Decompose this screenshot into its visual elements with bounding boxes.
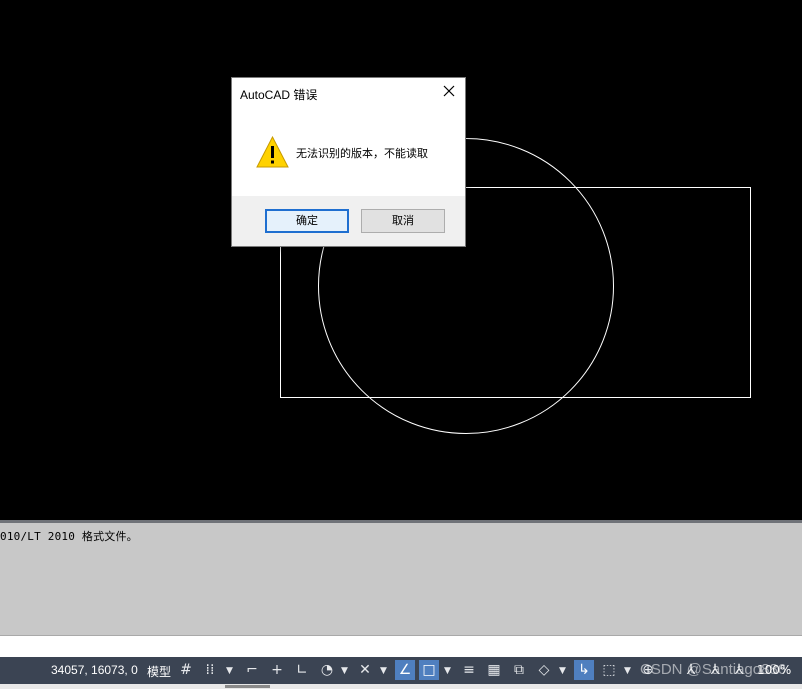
coordinate-readout[interactable]: 34057, 16073, 0	[51, 663, 138, 677]
dialog-title: AutoCAD 错误	[240, 88, 318, 102]
close-icon[interactable]	[441, 83, 457, 99]
transparency-icon[interactable]: ▦	[484, 660, 504, 680]
command-history-line: 010/LT 2010 格式文件。	[0, 530, 138, 543]
infer-constraints-icon[interactable]: ⌐	[242, 660, 262, 680]
polar-icon[interactable]: ◔	[317, 660, 337, 680]
chevron-down-icon[interactable]: ▼	[226, 661, 233, 681]
3d-object-snap-icon[interactable]: ◇	[534, 660, 554, 680]
dynamic-ucs-icon[interactable]: ↳	[574, 660, 594, 680]
warning-icon	[256, 136, 289, 168]
dynamic-input-icon[interactable]: +	[267, 660, 287, 680]
horizontal-scrollbar[interactable]	[0, 684, 802, 689]
chevron-down-icon[interactable]: ▼	[444, 661, 451, 681]
object-snap-icon[interactable]: □	[419, 660, 439, 680]
selection-filter-icon[interactable]: ⬚	[599, 660, 619, 680]
selection-cycling-icon[interactable]: ⧉	[509, 660, 529, 680]
chevron-down-icon[interactable]: ▼	[559, 661, 566, 681]
status-bar: 34057, 16073, 0 模型 # ⁞⁞ ▼ ⌐ + ∟ ◔ ▼ ✕ ▼ …	[0, 657, 802, 689]
chevron-down-icon[interactable]: ▼	[341, 661, 348, 681]
cancel-button[interactable]: 取消	[361, 209, 445, 233]
scrollbar-thumb[interactable]	[225, 685, 270, 688]
command-input[interactable]	[0, 635, 802, 657]
dialog-message: 无法识别的版本，不能读取	[296, 147, 428, 160]
command-history-panel: 010/LT 2010 格式文件。	[0, 520, 802, 635]
dialog-footer: 确定 取消	[232, 196, 465, 246]
error-dialog: AutoCAD 错误 无法识别的版本，不能读取 确定 取消	[231, 77, 466, 247]
model-space-button[interactable]: 模型	[147, 663, 171, 680]
grid-icon[interactable]: #	[176, 660, 196, 680]
object-snap-tracking-icon[interactable]: ∠	[395, 660, 415, 680]
chevron-down-icon[interactable]: ▼	[624, 661, 631, 681]
lineweight-icon[interactable]: ≡	[459, 660, 479, 680]
ortho-icon[interactable]: ∟	[292, 660, 312, 680]
chevron-down-icon[interactable]: ▼	[380, 661, 387, 681]
snap-icon[interactable]: ⁞⁞	[200, 660, 220, 680]
ok-button[interactable]: 确定	[265, 209, 349, 233]
watermark-text: CSDN @Santiago886	[640, 661, 787, 678]
isodraft-icon[interactable]: ✕	[355, 660, 375, 680]
